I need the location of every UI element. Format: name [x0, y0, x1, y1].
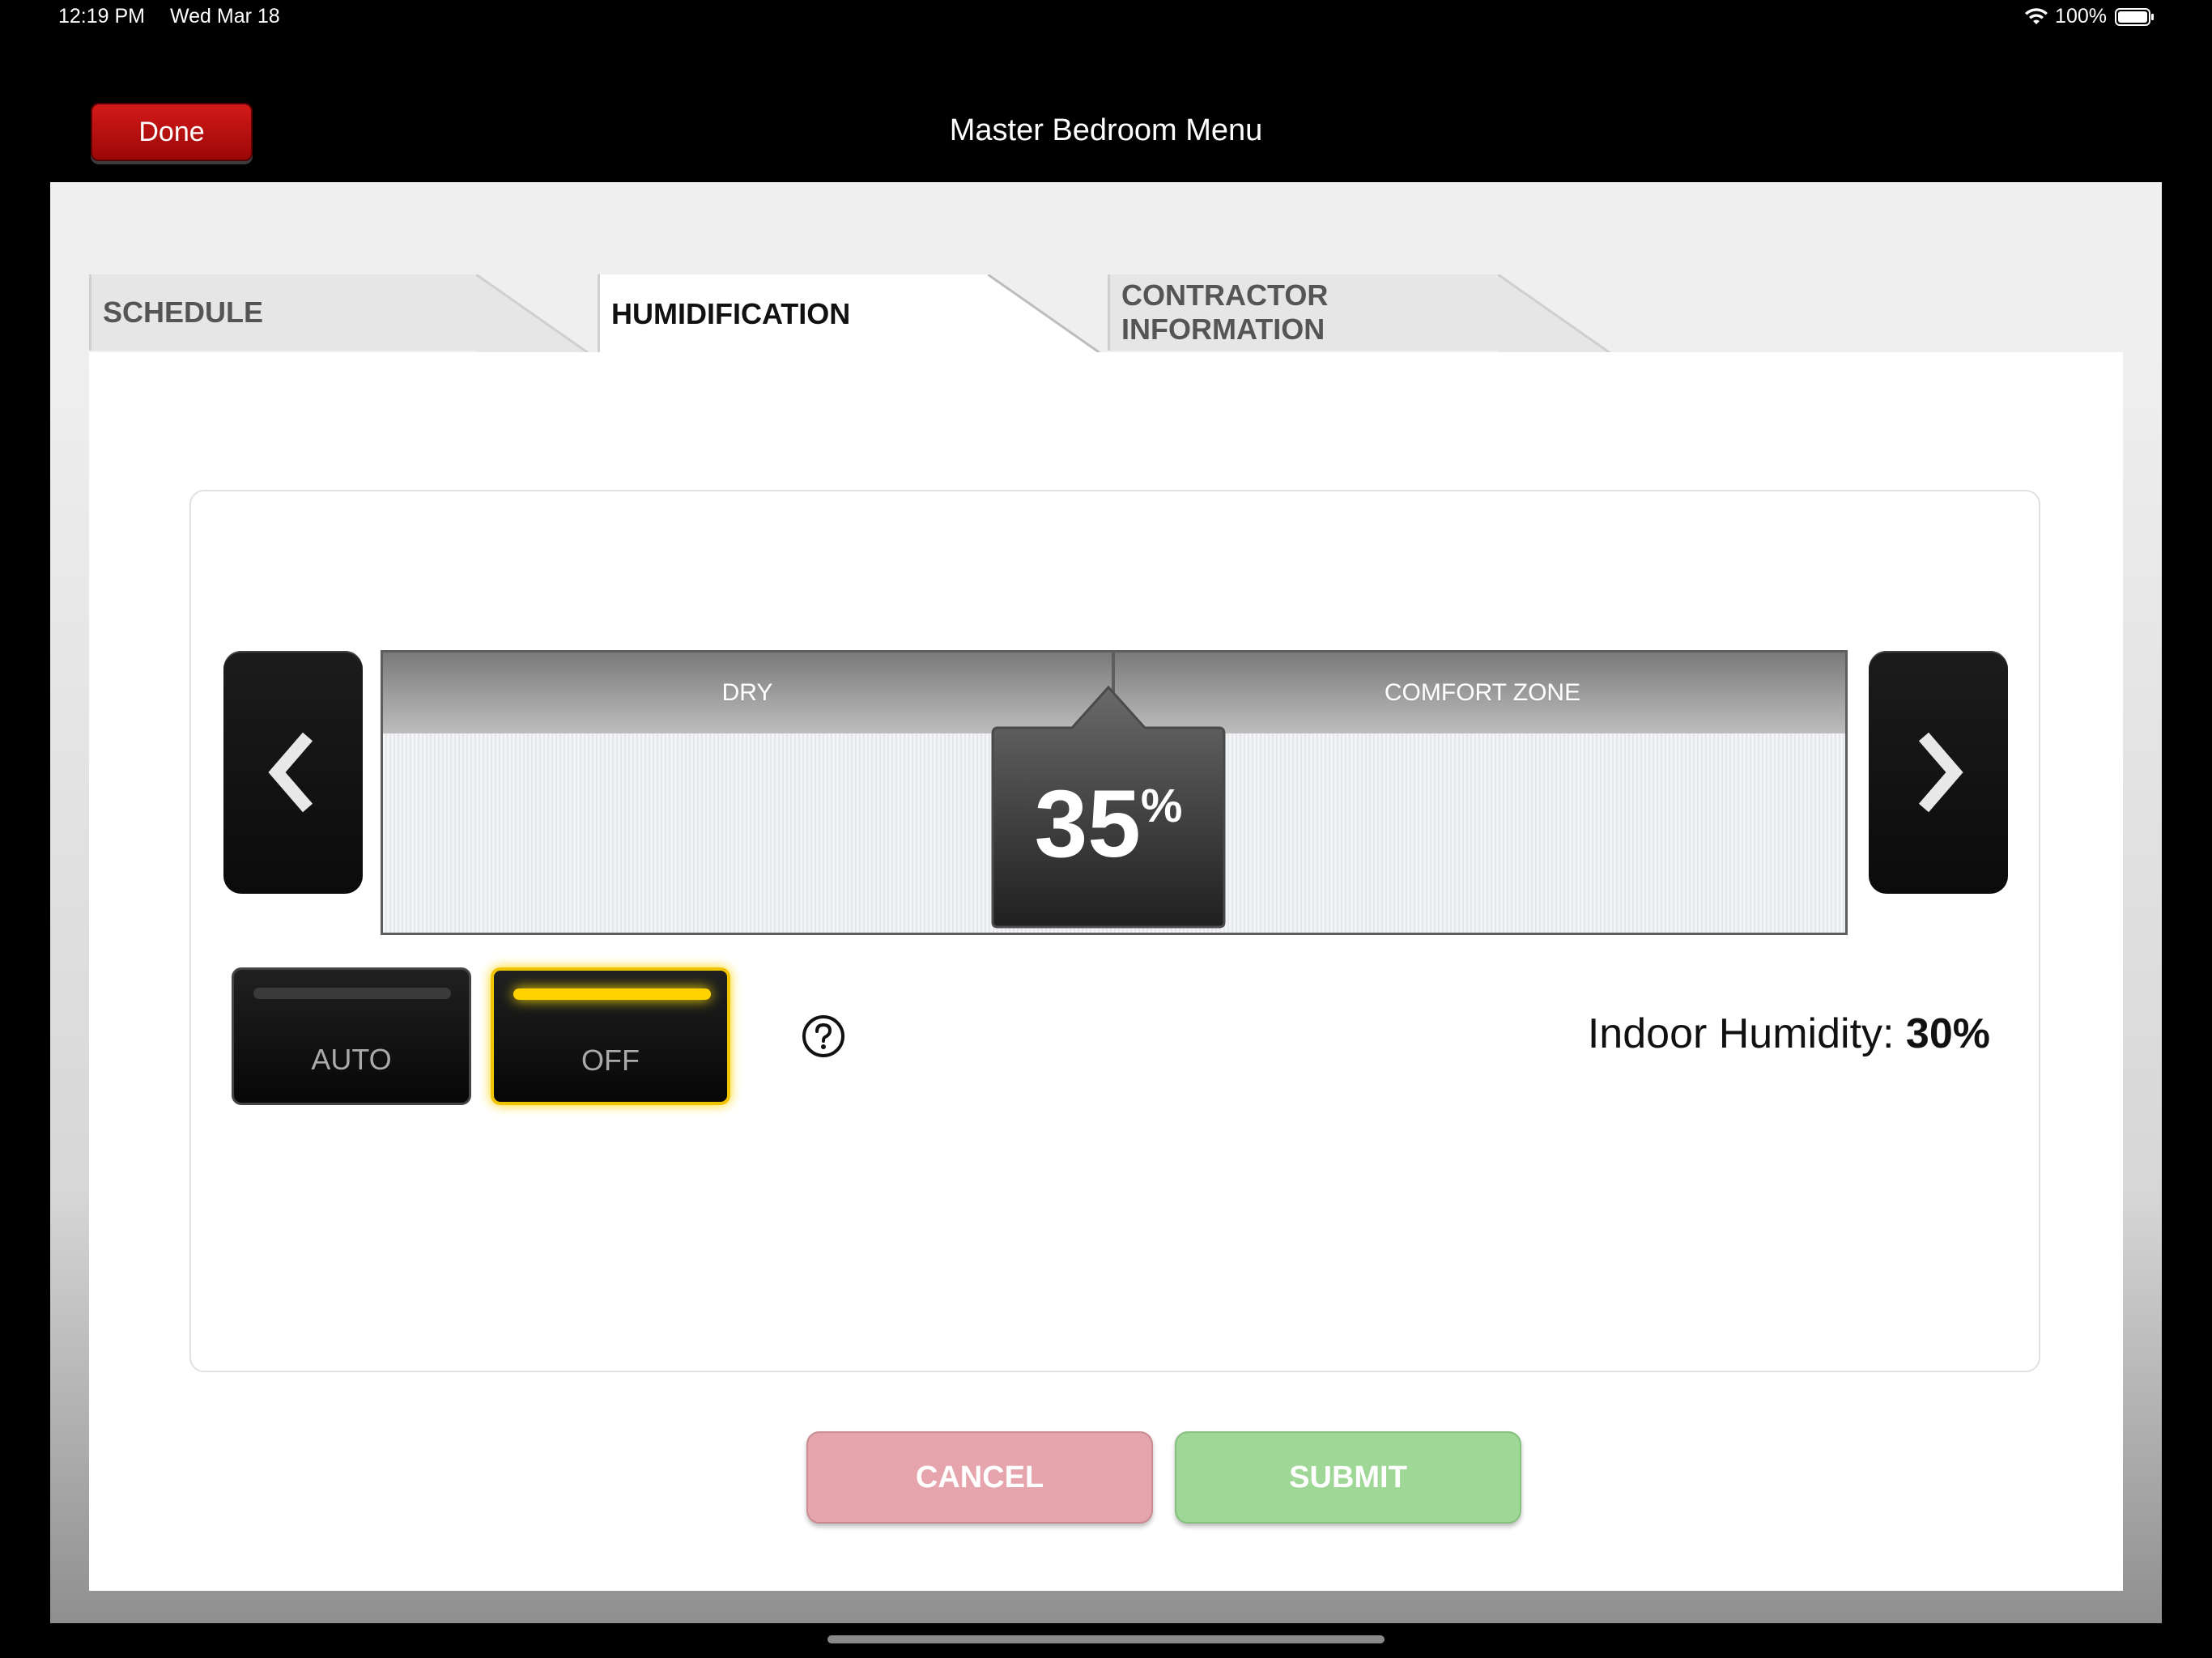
tab-schedule[interactable]: SCHEDULE: [89, 274, 476, 351]
tab-schedule-edge: [476, 274, 589, 354]
indoor-humidity-value: 30%: [1905, 1010, 1990, 1057]
mode-auto-indicator: [253, 988, 451, 999]
tab-contractor-edge: [1498, 274, 1611, 354]
setpoint-indicator[interactable]: 35 %: [991, 686, 1226, 929]
status-time: 12:19 PM: [58, 5, 146, 28]
mode-off-button[interactable]: OFF: [491, 967, 730, 1105]
mode-auto-label: AUTO: [311, 1043, 392, 1076]
indoor-humidity-label: Indoor Humidity:: [1587, 1010, 1895, 1057]
tab-humidification-edge: [988, 274, 1101, 354]
chevron-left-icon: [268, 732, 313, 813]
menu-panel: SCHEDULE HUMIDIFICATION CONTRACTOR INFOR…: [50, 182, 2162, 1623]
status-time-date: 12:19 PM Wed Mar 18: [58, 5, 300, 28]
decrease-button[interactable]: [223, 651, 363, 894]
tab-humidification-label: HUMIDIFICATION: [611, 297, 851, 330]
chevron-right-icon: [1918, 732, 1963, 813]
status-indicators: 100%: [2024, 5, 2155, 28]
tab-contractor-label: CONTRACTOR INFORMATION: [1121, 278, 1329, 346]
mode-off-label: OFF: [581, 1044, 640, 1077]
tab-contractor-information[interactable]: CONTRACTOR INFORMATION: [1108, 274, 1498, 351]
tab-humidification[interactable]: HUMIDIFICATION: [598, 274, 988, 354]
tab-schedule-label: SCHEDULE: [103, 295, 264, 329]
navigation-bar: Done Master Bedroom Menu: [0, 81, 2212, 183]
status-date: Wed Mar 18: [169, 5, 280, 28]
battery-icon: [2115, 7, 2154, 26]
status-bar: 12:19 PM Wed Mar 18 100%: [0, 0, 2212, 36]
mode-auto-button[interactable]: AUTO: [232, 967, 471, 1105]
help-icon[interactable]: [802, 1014, 845, 1058]
setpoint-unit: %: [1140, 779, 1183, 832]
home-indicator[interactable]: [827, 1635, 1385, 1643]
submit-button[interactable]: SUBMIT: [1175, 1431, 1521, 1524]
mode-off-indicator: [513, 988, 711, 1000]
humidification-card: DRY COMFORT ZONE 35 % AUTO OFF Indoor Hu…: [189, 490, 2040, 1372]
setpoint-number: 35: [1034, 771, 1141, 878]
tab-content: DRY COMFORT ZONE 35 % AUTO OFF Indoor Hu…: [89, 352, 2123, 1591]
battery-percent: 100%: [2055, 5, 2107, 28]
page-title: Master Bedroom Menu: [949, 113, 1263, 147]
indoor-humidity: Indoor Humidity: 30%: [1588, 1010, 1990, 1058]
increase-button[interactable]: [1869, 651, 2008, 894]
wifi-icon: [2025, 7, 2048, 24]
cancel-button[interactable]: CANCEL: [806, 1431, 1153, 1524]
setpoint-value: 35 %: [991, 720, 1226, 929]
